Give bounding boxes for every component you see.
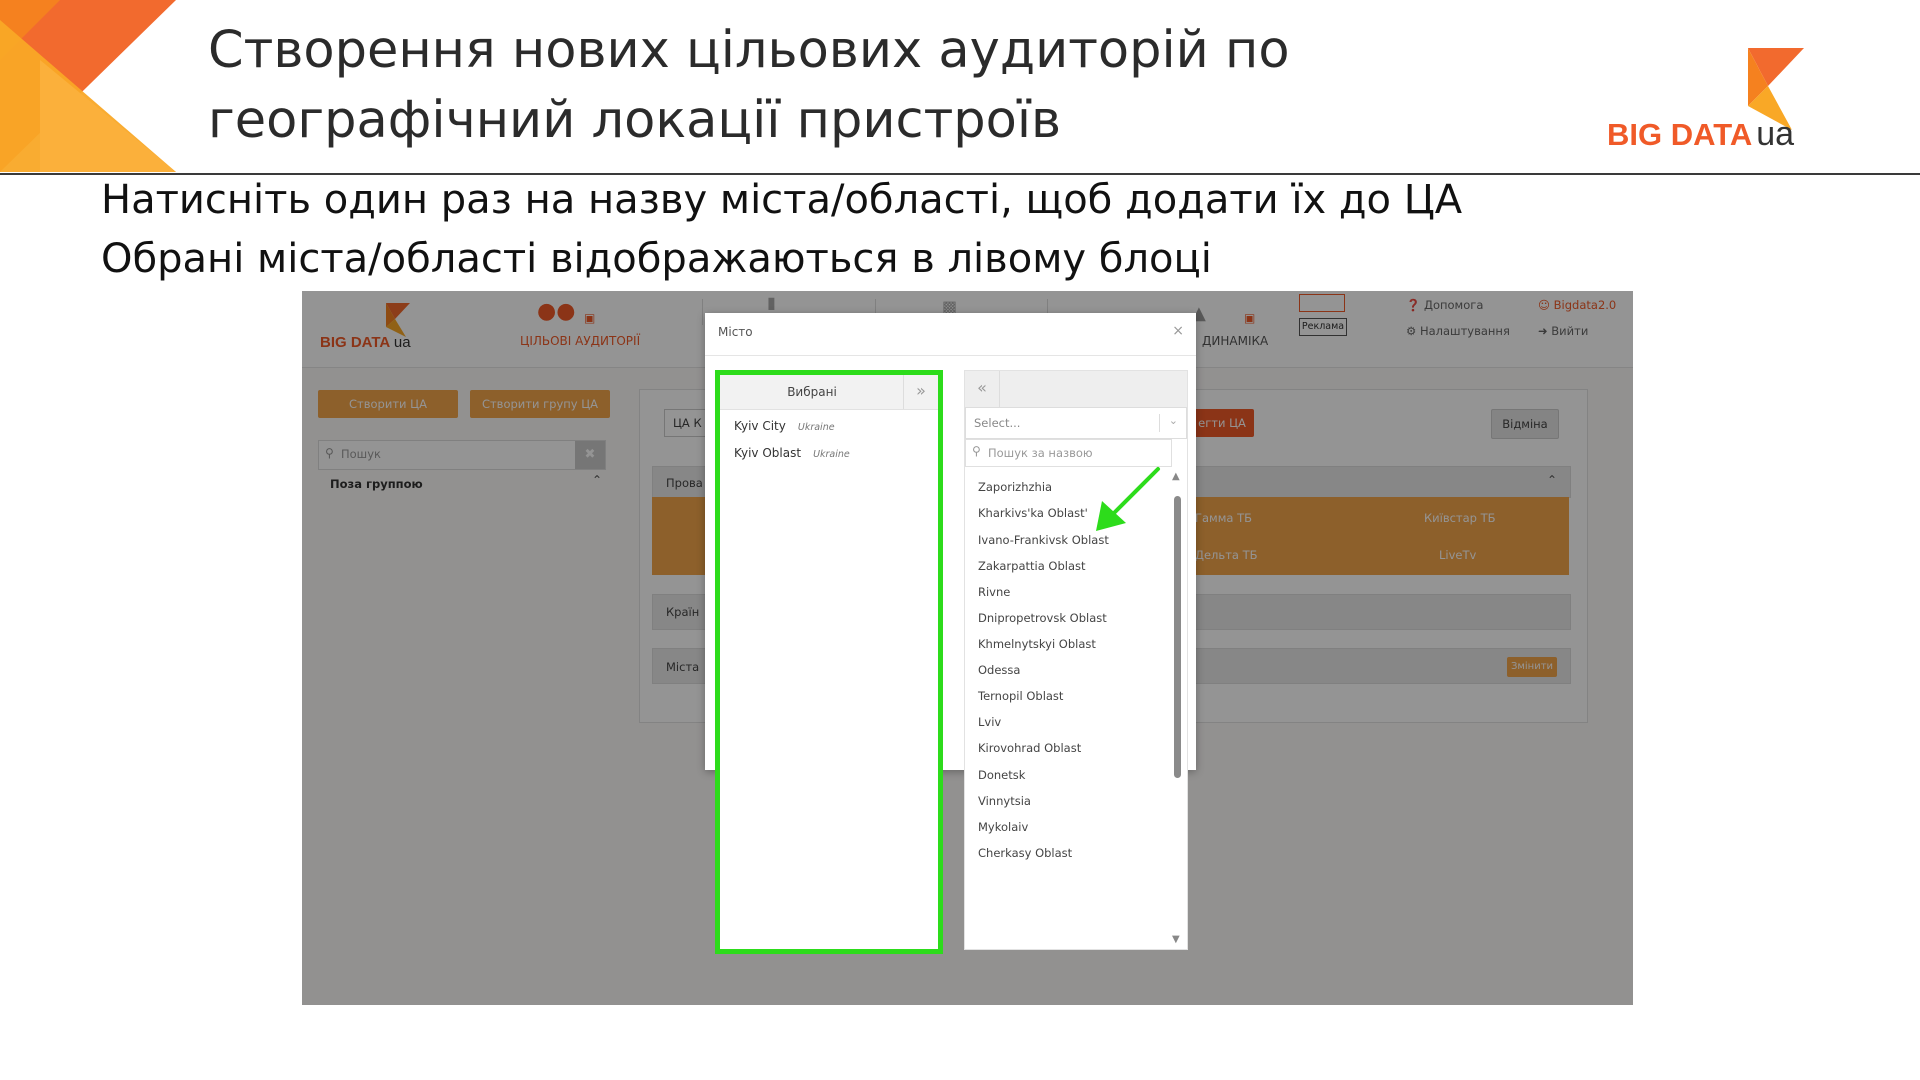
scroll-down-icon[interactable]: ▼ (1172, 934, 1180, 945)
chevron-down-icon[interactable]: ⌄ (1169, 414, 1178, 427)
scrollbar-thumb[interactable] (1174, 496, 1181, 778)
available-header: « (965, 371, 1187, 408)
city-option[interactable]: Donetsk (978, 768, 1025, 782)
logo-text: BIG DATA (1607, 117, 1753, 152)
city-option[interactable]: Zaporizhzhia (978, 480, 1052, 494)
city-option[interactable]: Mykolaiv (978, 820, 1028, 834)
city-option[interactable]: Kharkivs'ka Oblast' (978, 506, 1088, 520)
modal-title: Місто (718, 325, 753, 339)
city-option[interactable]: Ternopil Oblast (978, 689, 1063, 703)
instruction-line-2: Обрані міста/області відображаються в лі… (101, 236, 1212, 282)
slide-title: Створення нових цільових аудиторій по ге… (208, 16, 1290, 156)
bigdata-logo: BIG DATA ua (1607, 115, 1794, 154)
city-option[interactable]: Dnipropetrovsk Oblast (978, 611, 1107, 625)
logo-ua: ua (1756, 115, 1795, 153)
city-option[interactable]: Khmelnytskyi Oblast (978, 637, 1096, 651)
city-option[interactable]: Odessa (978, 663, 1020, 677)
city-option[interactable]: Zakarpattia Oblast (978, 559, 1086, 573)
slide-title-line-2: географічний локації пристроїв (208, 91, 1062, 150)
move-right-button[interactable]: » (903, 375, 938, 409)
city-search-placeholder: Пошук за назвою (988, 446, 1093, 460)
corner-decoration (0, 0, 176, 172)
move-left-button[interactable]: « (965, 371, 1000, 407)
selected-header: Вибрані » (720, 375, 938, 410)
city-option[interactable]: Kirovohrad Oblast (978, 741, 1081, 755)
select-divider (1159, 414, 1160, 432)
app-screenshot: BIG DATA ua ●● ▣ ЦІЛЬОВІ АУДИТОРІЇ ▮ ▩ ▲… (302, 291, 1633, 1005)
city-option[interactable]: Cherkasy Oblast (978, 846, 1072, 860)
selected-header-label: Вибрані (787, 385, 837, 399)
instruction-line-1: Натисніть один раз на назву міста/област… (101, 177, 1463, 223)
options-scrollbar[interactable]: ▲ ▼ (1171, 471, 1183, 947)
country-select[interactable]: Select... ⌄ (965, 407, 1187, 439)
selected-item-name: Kyiv City (734, 419, 786, 433)
slide-title-line-1: Створення нових цільових аудиторій по (208, 21, 1290, 80)
scroll-up-icon[interactable]: ▲ (1172, 471, 1180, 482)
arrow-annotation-icon (1096, 467, 1160, 531)
selected-item-name: Kyiv Oblast (734, 446, 802, 460)
search-icon: ⚲ (972, 444, 981, 458)
city-option[interactable]: Rivne (978, 585, 1010, 599)
selected-item-country: Ukraine (797, 422, 835, 433)
close-icon[interactable]: × (1172, 323, 1184, 339)
country-select-value: Select... (974, 416, 1021, 430)
selected-cities-panel: Вибрані » Kyiv City Ukraine Kyiv Oblast Uk… (715, 370, 943, 954)
selected-item[interactable]: Kyiv Oblast Ukraine (734, 446, 850, 460)
selected-item-country: Ukraine (813, 449, 850, 460)
city-option[interactable]: Vinnytsia (978, 794, 1031, 808)
city-option[interactable]: Lviv (978, 715, 1001, 729)
selected-item[interactable]: Kyiv City Ukraine (734, 419, 835, 433)
modal-divider (705, 355, 1196, 356)
